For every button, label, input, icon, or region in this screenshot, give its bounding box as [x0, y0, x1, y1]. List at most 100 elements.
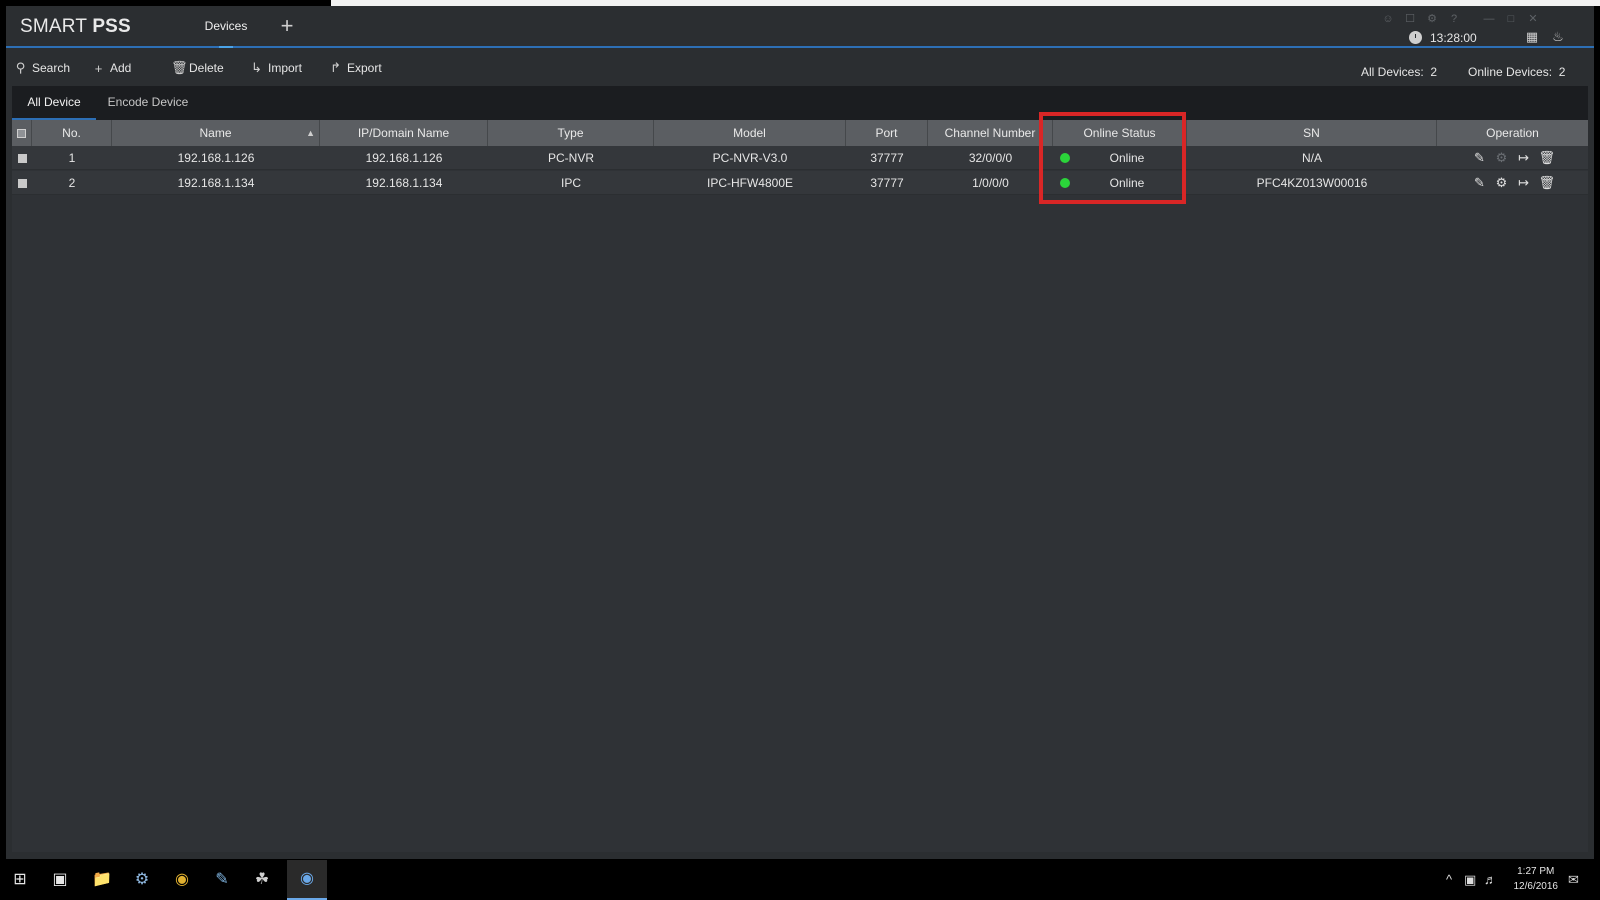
tray-chevron-icon[interactable]: ^	[1446, 872, 1452, 887]
search-label: Search	[32, 61, 71, 75]
subtab-all-device-label: All Device	[27, 95, 81, 109]
volume-icon[interactable]: ♬	[1484, 872, 1497, 887]
title-bar: SMART PSS Devices + ☺ ☐ ⚙ ? — □ ✕ 13:28:…	[6, 6, 1594, 48]
network-icon[interactable]: ▣	[1464, 872, 1476, 888]
toolbar: ⚲ Search + Add 🗑 Delete ↳ Import ↱ Expor…	[6, 50, 1594, 84]
cell-status: Online	[1053, 171, 1187, 195]
bell-icon[interactable]: ♨	[1550, 29, 1566, 45]
delete-label: Delete	[189, 61, 224, 75]
col-header-name[interactable]: Name ▲	[112, 120, 320, 146]
export-icon: ↱	[330, 60, 341, 75]
settings-icon[interactable]: ⚙	[1495, 176, 1509, 190]
app-window: SMART PSS Devices + ☺ ☐ ⚙ ? — □ ✕ 13:28:…	[6, 6, 1594, 859]
device-status-icon[interactable]: ▦	[1524, 29, 1540, 45]
col-header-model[interactable]: Model	[654, 120, 846, 146]
table-row[interactable]: 1 192.168.1.126 192.168.1.126 PC-NVR PC-…	[12, 146, 1588, 170]
lock-icon[interactable]: ☐	[1403, 12, 1417, 26]
minimize-icon[interactable]: —	[1482, 12, 1496, 26]
table-row[interactable]: 2 192.168.1.134 192.168.1.134 IPC IPC-HF…	[12, 171, 1588, 195]
delete-icon[interactable]: 🗑	[1539, 176, 1556, 190]
user-icon[interactable]: ☺	[1381, 12, 1395, 26]
help-icon[interactable]: ?	[1447, 12, 1461, 26]
search-icon: ⚲	[15, 60, 26, 75]
app-logo: SMART PSS	[20, 16, 131, 38]
col-header-no[interactable]: No.	[32, 120, 112, 146]
all-devices-value: 2	[1430, 65, 1438, 79]
taskbar-time: 1:27 PM	[1517, 866, 1555, 877]
col-header-name-label: Name	[199, 126, 232, 140]
col-header-channel[interactable]: Channel Number	[928, 120, 1053, 146]
delete-button[interactable]: 🗑 Delete	[171, 59, 224, 77]
logout-icon[interactable]: ↦	[1517, 176, 1531, 190]
status-label: Online	[1109, 151, 1145, 165]
notification-icon[interactable]: ✉	[1568, 872, 1579, 888]
start-icon[interactable]: ⊞	[8, 868, 32, 892]
add-tab-button[interactable]: +	[276, 15, 298, 38]
taskbar: ⊞ ▣ 📁 ⚙ ◉ ✎ ☘ ◉ ^ ▣ ♬ 1:27 PM 12/6/2016 …	[0, 860, 1600, 900]
col-header-status[interactable]: Online Status	[1053, 120, 1187, 146]
select-all-checkbox[interactable]	[12, 120, 32, 146]
clock-time: 13:28:00	[1430, 31, 1477, 45]
row-checkbox[interactable]	[12, 171, 32, 195]
all-devices-count: All Devices: 2	[1361, 65, 1437, 79]
smartpss-taskbar-icon[interactable]: ◉	[287, 860, 327, 900]
cell-model: IPC-HFW4800E	[706, 176, 794, 190]
cell-model: PC-NVR-V3.0	[712, 151, 788, 165]
col-header-port[interactable]: Port	[846, 120, 928, 146]
task-view-icon[interactable]: ▣	[48, 868, 72, 892]
logo-light: SMART	[20, 16, 87, 37]
edit-icon[interactable]: ✎	[1473, 151, 1487, 165]
file-explorer-icon[interactable]: 📁	[90, 868, 114, 892]
online-devices-value: 2	[1558, 65, 1566, 79]
paint-icon[interactable]: ☘	[250, 868, 274, 892]
import-button[interactable]: ↳ Import	[250, 59, 302, 77]
col-header-operation: Operation	[1486, 126, 1539, 140]
online-devices-count: Online Devices: 2	[1468, 65, 1565, 79]
plus-icon: +	[94, 60, 103, 76]
device-panel: All Device Encode Device No. Name ▲ IP/Do…	[12, 86, 1588, 852]
maximize-icon[interactable]: □	[1504, 12, 1518, 26]
online-status-dot	[1060, 178, 1070, 188]
notes-icon[interactable]: ✎	[210, 868, 234, 892]
row-checkbox[interactable]	[12, 146, 32, 170]
logo-bold: PSS	[92, 16, 131, 37]
subtab-encode-device-label: Encode Device	[107, 95, 189, 109]
cell-type: IPC	[560, 176, 581, 190]
logout-icon[interactable]: ↦	[1517, 151, 1531, 165]
checkbox-icon	[17, 129, 26, 139]
cell-ip: 192.168.1.134	[365, 176, 443, 190]
steam-icon[interactable]: ⚙	[130, 868, 154, 892]
cell-name: 192.168.1.126	[177, 151, 255, 165]
tab-devices-label: Devices	[204, 19, 248, 33]
col-header-type[interactable]: Type	[488, 120, 654, 146]
cell-ip: 192.168.1.126	[365, 151, 443, 165]
taskbar-clock[interactable]: 1:27 PM 12/6/2016	[1514, 864, 1559, 894]
col-header-ip[interactable]: IP/Domain Name	[320, 120, 488, 146]
subtab-all-device[interactable]: All Device	[12, 86, 96, 120]
col-header-sn[interactable]: SN	[1187, 120, 1437, 146]
add-button[interactable]: + Add	[92, 59, 132, 77]
delete-icon[interactable]: 🗑	[1539, 151, 1556, 165]
tab-active-indicator	[219, 46, 233, 48]
trash-icon: 🗑	[171, 60, 188, 75]
import-label: Import	[268, 61, 303, 75]
chrome-icon[interactable]: ◉	[170, 868, 194, 892]
cell-status: Online	[1053, 146, 1187, 170]
export-label: Export	[347, 61, 382, 75]
online-devices-label: Online Devices:	[1468, 65, 1553, 79]
export-button[interactable]: ↱ Export	[329, 59, 382, 77]
taskbar-date: 12/6/2016	[1513, 881, 1559, 892]
cell-channel: 1/0/0/0	[972, 176, 1009, 190]
subtab-encode-device[interactable]: Encode Device	[98, 86, 198, 120]
edit-icon[interactable]: ✎	[1473, 176, 1487, 190]
tab-devices[interactable]: Devices	[184, 6, 268, 48]
cell-name: 192.168.1.134	[177, 176, 255, 190]
settings-icon[interactable]: ⚙	[1425, 12, 1439, 26]
cell-operation: ✎ ⚙ ↦ 🗑	[1437, 171, 1588, 195]
cell-sn: PFC4KZ013W00016	[1256, 176, 1368, 190]
cell-port: 37777	[870, 176, 904, 190]
close-icon[interactable]: ✕	[1526, 12, 1540, 26]
import-icon: ↳	[251, 60, 262, 75]
search-button[interactable]: ⚲ Search	[14, 59, 70, 77]
settings-icon[interactable]: ⚙	[1495, 151, 1509, 165]
